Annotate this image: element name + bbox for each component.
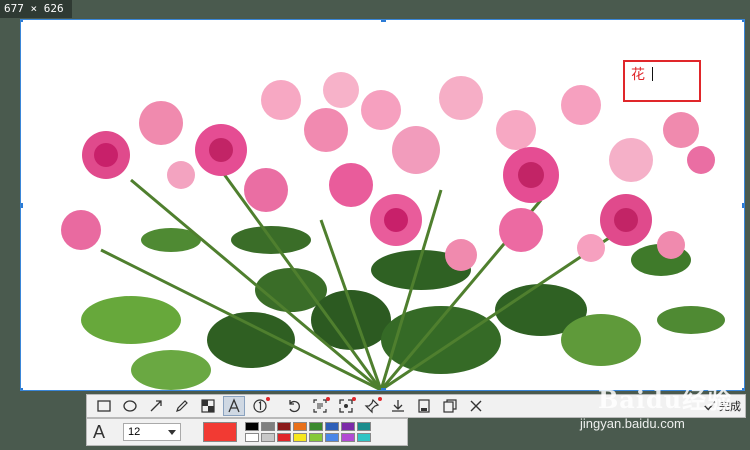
color-swatch[interactable] (309, 422, 323, 431)
close-icon (470, 400, 482, 412)
color-swatch[interactable] (325, 433, 339, 442)
arrow-tool[interactable] (145, 396, 167, 416)
resize-handle-bottom[interactable] (381, 388, 386, 390)
resize-handle-bottom-left[interactable] (21, 388, 23, 390)
dimensions-label: 677 × 626 (0, 0, 72, 18)
font-size-value: 12 (128, 426, 141, 438)
color-swatch[interactable] (357, 433, 371, 442)
pencil-icon (176, 400, 188, 412)
color-swatch[interactable] (341, 422, 355, 431)
annotation-text: 花 (631, 67, 645, 83)
color-swatch[interactable] (261, 433, 275, 442)
undo-icon (289, 400, 300, 413)
resize-handle-left[interactable] (21, 203, 23, 208)
download-tool[interactable] (387, 396, 409, 416)
text-tool[interactable] (223, 396, 245, 416)
mosaic-tool[interactable] (197, 396, 219, 416)
watermark-logo: Baidu经验 (598, 385, 733, 414)
pin-tool[interactable] (361, 396, 383, 416)
copy-tool[interactable] (439, 396, 461, 416)
color-swatch[interactable] (357, 422, 371, 431)
undo-tool[interactable] (283, 396, 305, 416)
fullscreen-tool-indicator (352, 397, 356, 401)
color-swatch[interactable] (341, 433, 355, 442)
color-swatch[interactable] (245, 433, 259, 442)
resize-handle-top[interactable] (381, 20, 386, 22)
resize-handle-top-left[interactable] (21, 20, 23, 22)
ocr-tool[interactable] (309, 396, 331, 416)
text-caret (652, 67, 653, 81)
save-icon (418, 399, 430, 413)
resize-handle-right[interactable] (742, 203, 744, 208)
color-swatch[interactable] (277, 433, 291, 442)
capture-area[interactable]: 花 (20, 19, 745, 391)
ellipse-tool[interactable] (119, 396, 141, 416)
rectangle-icon (97, 400, 111, 412)
font-icon: A (93, 421, 106, 442)
number-tool-indicator (266, 397, 270, 401)
fullscreen-tool[interactable] (335, 396, 357, 416)
font-size-select[interactable]: 12 (123, 423, 181, 441)
arrow-icon (150, 400, 162, 412)
copy-icon (443, 399, 457, 413)
current-color-swatch[interactable] (203, 422, 237, 442)
chevron-down-icon (168, 429, 176, 435)
color-swatch[interactable] (325, 422, 339, 431)
pencil-tool[interactable] (171, 396, 193, 416)
text-style-panel: A 12 (86, 418, 408, 446)
color-swatch[interactable] (309, 433, 323, 442)
color-swatch[interactable] (245, 422, 259, 431)
watermark-url: jingyan.baidu.com (580, 416, 685, 431)
download-icon (392, 400, 404, 412)
color-swatch[interactable] (293, 422, 307, 431)
save-tool[interactable] (413, 396, 435, 416)
rectangle-tool[interactable] (93, 396, 115, 416)
ocr-tool-indicator (326, 397, 330, 401)
mosaic-icon (201, 399, 215, 413)
color-swatch[interactable] (293, 433, 307, 442)
color-swatch[interactable] (261, 422, 275, 431)
resize-handle-top-right[interactable] (742, 20, 744, 22)
pin-tool-indicator (378, 397, 382, 401)
cancel-tool[interactable] (465, 396, 487, 416)
color-palette (245, 422, 371, 442)
baidu-jingyan-watermark: Baidu经验 jingyan.baidu.com (580, 372, 750, 450)
ellipse-icon (123, 400, 137, 412)
text-icon (228, 398, 240, 413)
text-annotation-box[interactable]: 花 (623, 60, 701, 102)
number-tool[interactable] (249, 396, 271, 416)
color-swatch[interactable] (277, 422, 291, 431)
